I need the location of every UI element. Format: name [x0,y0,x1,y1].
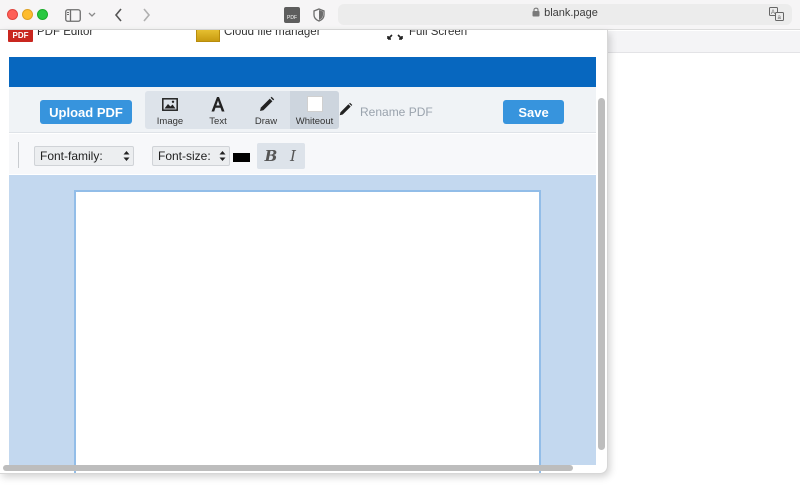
pencil-icon [338,102,353,122]
address-bar[interactable]: blank.page Aa [338,4,792,25]
folder-icon [196,30,220,42]
address-text-wrap: blank.page [338,7,792,20]
top-menu: PDF PDF Editor Cloud file manager Full S… [0,30,607,42]
select-arrows-icon [219,150,226,162]
menu-cloud-label: Cloud file manager [224,30,321,38]
pdf-canvas-area [9,175,596,473]
whiteout-icon [290,91,339,113]
text-icon [194,91,242,113]
menu-full-screen[interactable]: Full Screen [387,30,467,42]
tool-image-label: Image [156,116,184,127]
pencil-icon [242,91,290,113]
pdf-page[interactable] [74,190,541,473]
italic-button[interactable]: I [286,147,300,165]
pdf-favicon-icon[interactable]: PDF [283,6,301,24]
vertical-scrollbar[interactable] [596,64,607,464]
rename-pdf-placeholder: Rename PDF [360,105,433,119]
menu-pdf-editor-label: PDF Editor [37,30,94,38]
upload-pdf-button[interactable]: Upload PDF [40,100,132,124]
editor-toolbar: Upload PDF Image Text Draw Whiteout Rena… [9,87,596,133]
font-size-select[interactable]: Font-size: [152,146,230,166]
font-family-value: Font-family: [40,149,103,163]
vertical-scroll-thumb[interactable] [598,98,605,450]
chevron-down-icon[interactable] [86,6,98,24]
browser-toolbar: PDF blank.page Aa [0,0,800,30]
zoom-window-button[interactable] [37,9,48,20]
menu-pdf-editor[interactable]: PDF PDF Editor [8,30,93,42]
save-button[interactable]: Save [503,100,564,124]
rename-pdf-field[interactable]: Rename PDF [338,100,433,124]
address-url: blank.page [544,7,598,19]
menu-cloud-file-manager[interactable]: Cloud file manager [196,30,321,42]
tool-draw-button[interactable]: Draw [242,91,290,129]
tool-group: Image Text Draw Whiteout [145,91,339,129]
select-arrows-icon [123,150,130,162]
pdf-logo-icon: PDF [8,30,33,42]
tool-draw-label: Draw [254,116,278,127]
minimize-window-button[interactable] [22,9,33,20]
tool-text-label: Text [209,116,227,127]
lock-icon [532,7,540,20]
whiteout-swatch [306,96,323,112]
image-icon [146,91,194,113]
text-style-group: B I [257,143,305,169]
menu-full-screen-label: Full Screen [409,30,468,38]
editor-header-bar [9,57,596,87]
tool-image-button[interactable]: Image [146,91,194,129]
background-page-header [608,31,800,53]
text-color-picker[interactable] [233,153,250,162]
horizontal-scroll-thumb[interactable] [3,465,573,471]
fullscreen-icon [387,30,403,43]
back-arrow-icon[interactable] [110,6,126,24]
pdf-favicon-text: PDF [284,7,300,23]
bold-button[interactable]: B [263,147,279,165]
horizontal-scrollbar[interactable] [0,463,596,473]
font-size-value: Font-size: [158,149,211,163]
forward-arrow-icon[interactable] [138,6,154,24]
privacy-shield-icon[interactable] [311,6,327,24]
font-options-bar: Font-family: Font-size: B I [9,134,596,174]
tool-text-button[interactable]: Text [194,91,242,129]
svg-text:A: A [771,10,775,16]
pdf-editor-window: PDF PDF Editor Cloud file manager Full S… [0,30,608,474]
tool-whiteout-button[interactable]: Whiteout [290,91,339,129]
translate-icon[interactable]: Aa [769,7,784,26]
tool-whiteout-label: Whiteout [295,116,334,127]
sidebar-toggle-icon[interactable] [64,6,82,24]
divider [18,142,19,168]
font-family-select[interactable]: Font-family: [34,146,134,166]
close-window-button[interactable] [7,9,18,20]
